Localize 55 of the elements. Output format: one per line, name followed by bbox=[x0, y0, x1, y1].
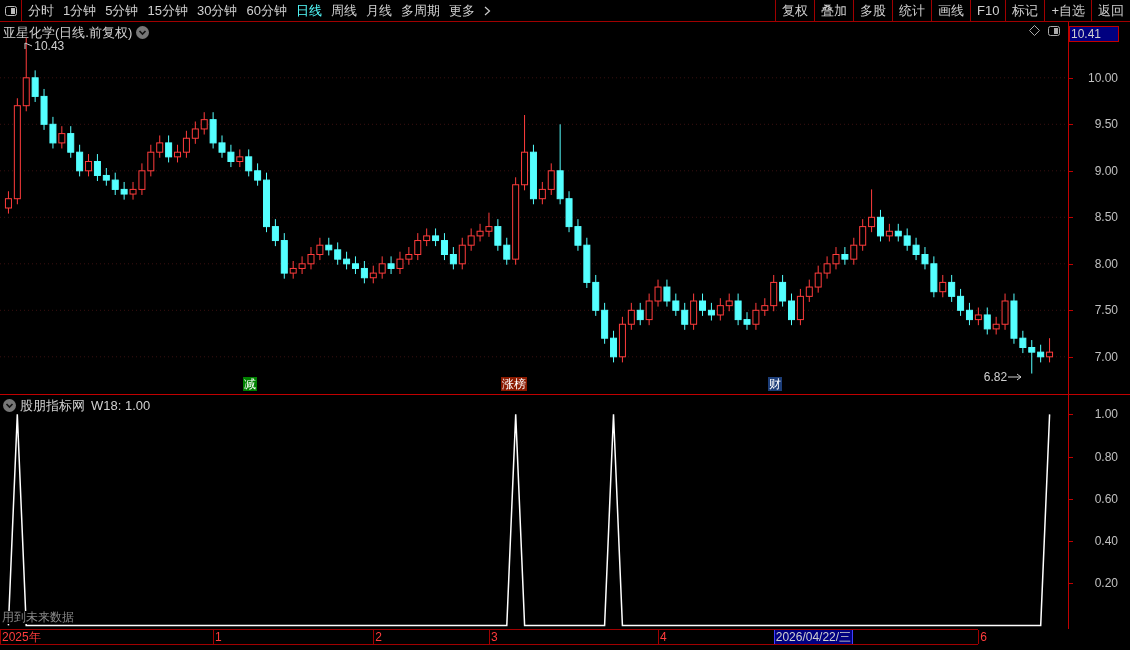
toolbar-button[interactable]: 叠加 bbox=[814, 0, 853, 21]
warning-note: 用到未来数据 bbox=[2, 611, 74, 624]
low-price-label: 6.82 bbox=[983, 368, 1024, 386]
toolbar-button[interactable]: 标记 bbox=[1005, 0, 1045, 21]
period-tab[interactable]: 1分钟 bbox=[63, 0, 97, 21]
period-tab[interactable]: 更多 bbox=[448, 0, 475, 21]
panel-toggle-icon[interactable] bbox=[1048, 25, 1060, 36]
period-tab[interactable]: 分时 bbox=[28, 0, 54, 21]
indicator-reading: W18: 1.00 bbox=[91, 397, 151, 415]
date-label: 1 bbox=[213, 630, 222, 644]
chevron-right-icon[interactable] bbox=[483, 5, 491, 16]
period-tab[interactable]: 周线 bbox=[330, 0, 357, 21]
diamond-icon[interactable] bbox=[1029, 25, 1040, 36]
axis-label: 0.80 bbox=[1094, 449, 1118, 464]
arrow-icon bbox=[1007, 373, 1024, 381]
period-tab[interactable]: 日线 bbox=[295, 0, 322, 21]
axis-label: 7.00 bbox=[1094, 349, 1118, 364]
axis-label: 0.60 bbox=[1094, 491, 1118, 506]
stock-title: 亚星化学(日线.前复权) bbox=[3, 24, 133, 41]
period-tab[interactable]: 月线 bbox=[365, 0, 392, 21]
panel-toggle-icon[interactable] bbox=[4, 5, 17, 16]
axis-label: 8.00 bbox=[1094, 256, 1118, 271]
event-marker[interactable]: 财 bbox=[767, 377, 782, 391]
period-tab[interactable]: 15分钟 bbox=[147, 0, 188, 21]
date-label: 2025年 bbox=[0, 630, 41, 644]
axis-label: 0.40 bbox=[1094, 534, 1118, 548]
toolbar-button[interactable]: +自选 bbox=[1044, 0, 1091, 21]
event-marker[interactable]: 减 bbox=[242, 377, 257, 391]
axis-label: 9.50 bbox=[1094, 117, 1118, 132]
axis-label: 0.20 bbox=[1094, 576, 1118, 591]
toolbar-button[interactable]: 多股 bbox=[853, 0, 892, 21]
chevron-down-icon[interactable] bbox=[3, 399, 16, 413]
date-label: 6 bbox=[978, 630, 988, 644]
axis-label: 10.00 bbox=[1087, 70, 1118, 85]
toolbar-button[interactable]: F10 bbox=[970, 0, 1006, 21]
period-tab[interactable]: 30分钟 bbox=[196, 0, 238, 21]
period-tab[interactable]: 60分钟 bbox=[246, 0, 287, 21]
axis-label: 9.00 bbox=[1094, 163, 1118, 178]
date-label: 2026/04/22/三 bbox=[773, 630, 854, 644]
toolbar-button[interactable]: 统计 bbox=[892, 0, 931, 21]
toolbar-button[interactable]: 画线 bbox=[931, 0, 970, 21]
current-price-tag: 10.41 bbox=[1069, 26, 1119, 42]
toolbar-button[interactable]: 复权 bbox=[775, 0, 814, 21]
indicator-title: 股朋指标网 bbox=[20, 397, 85, 415]
date-label: 4 bbox=[658, 630, 667, 644]
axis-label: 1.00 bbox=[1094, 407, 1118, 422]
axis-label: 8.50 bbox=[1094, 210, 1118, 225]
toolbar-button[interactable]: 返回 bbox=[1091, 0, 1130, 21]
period-tab[interactable]: 5分钟 bbox=[105, 0, 139, 21]
date-label: 3 bbox=[488, 630, 498, 644]
period-tab[interactable]: 多周期 bbox=[400, 0, 440, 21]
event-marker[interactable]: 涨榜 bbox=[500, 377, 527, 391]
axis-label: 7.50 bbox=[1094, 303, 1118, 318]
date-label: 2 bbox=[373, 630, 382, 644]
chevron-down-icon[interactable] bbox=[136, 26, 150, 40]
